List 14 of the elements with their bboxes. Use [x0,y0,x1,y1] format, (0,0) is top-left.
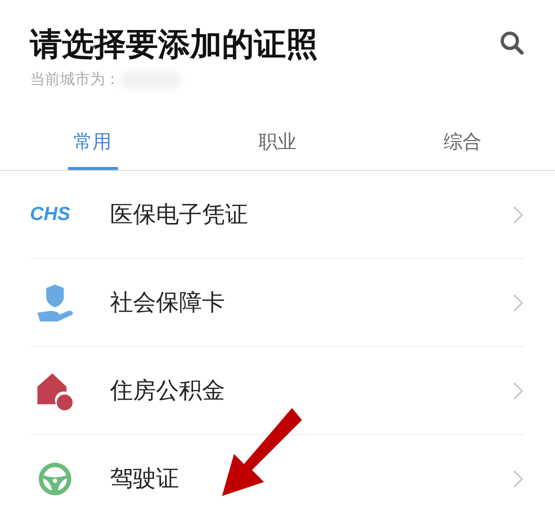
chevron-icon [513,470,523,488]
tab[interactable]: 综合 [438,119,488,170]
search-icon[interactable] [499,30,525,56]
tab[interactable]: 常用 [68,119,118,170]
page-title: 请选择要添加的证照 [30,24,318,65]
city-label: 当前城市为： [30,70,120,89]
chs-logo: CHS [30,204,70,226]
chevron-icon [513,294,523,312]
license-item[interactable]: 社会保障卡 [30,259,525,347]
tab[interactable]: 职业 [252,119,302,170]
license-item[interactable]: 驾驶证 [30,435,525,522]
license-item[interactable]: CHS 医保电子凭证 [30,171,525,259]
chevron-icon [513,206,523,224]
chevron-icon [513,382,523,400]
